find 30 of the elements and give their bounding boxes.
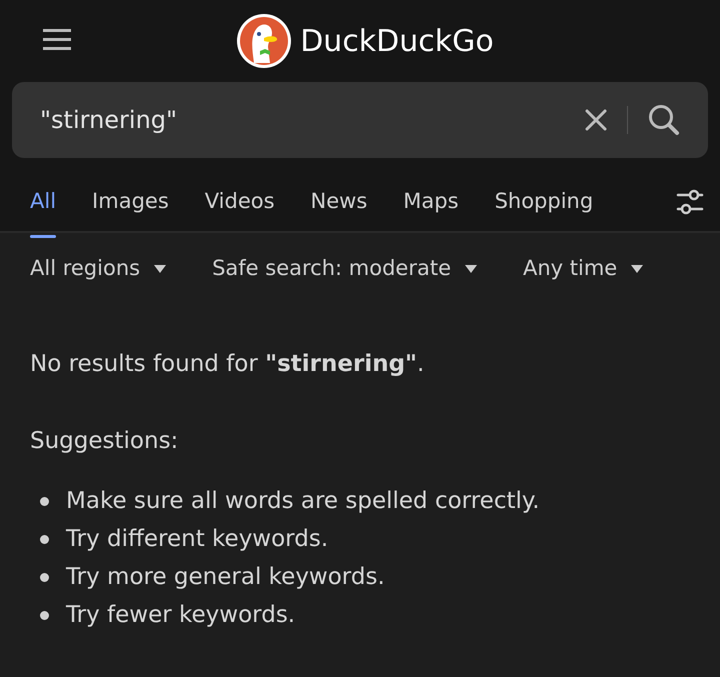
suggestion-text: Make sure all words are spelled correctly. [66,486,540,516]
filter-dropdown[interactable]: Safe search: moderate [212,253,477,285]
category-tab[interactable]: Images [92,165,169,238]
category-tab[interactable]: All [30,165,56,238]
duck-logo-icon[interactable] [236,13,292,69]
bullet-icon [40,610,49,620]
menu-icon[interactable] [43,29,71,51]
search-icon[interactable] [648,104,680,136]
settings-icon[interactable] [676,188,704,214]
search-field[interactable]: "stirnering" [40,102,585,138]
category-tab[interactable]: Maps [403,165,459,238]
bullet-icon [40,496,49,506]
search-bar[interactable]: "stirnering" [12,82,708,158]
logo-text[interactable]: DuckDuckGo [300,18,494,64]
close-icon[interactable] [585,109,607,131]
suggestion-text: Try fewer keywords. [66,600,296,630]
suggestion-text: Try more general keywords. [66,562,385,592]
filter-dropdown[interactable]: Any time [522,253,644,285]
no-results-message: No results found for "stirnering". [30,350,426,379]
filter-dropdown[interactable]: All regions [30,253,166,285]
category-tab[interactable]: News [310,165,368,238]
suggestion-text: Try different keywords. [66,524,328,554]
caret-icon [631,265,644,273]
suggestions-heading: Suggestions: [30,426,180,456]
bullet-icon [40,572,49,582]
bullet-icon [40,534,49,544]
caret-icon [464,265,477,273]
caret-icon [154,265,166,273]
category-tab[interactable]: Shopping [494,165,594,238]
category-tab[interactable]: Videos [204,165,275,238]
